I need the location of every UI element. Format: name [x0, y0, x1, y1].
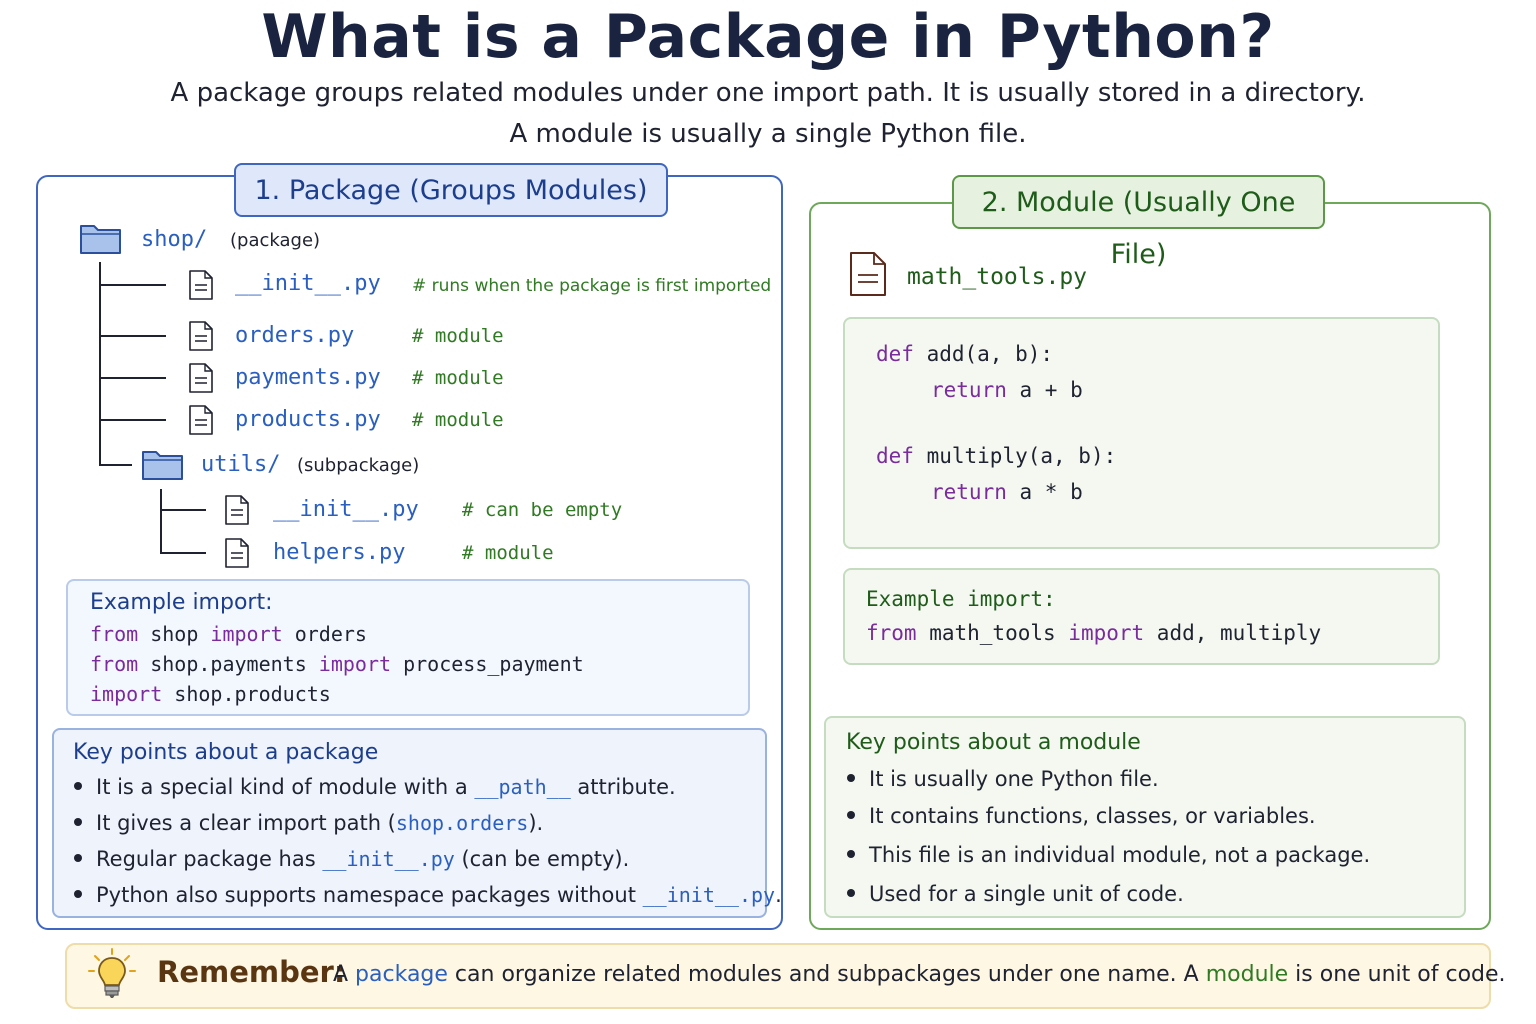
- page-title: What is a Package in Python?: [261, 2, 1275, 72]
- tree-branch: [99, 377, 166, 379]
- file-comment: # can be empty: [462, 499, 623, 521]
- package-key-points-heading: Key points about a package: [73, 740, 379, 765]
- tree-trunk: [99, 262, 101, 466]
- tree-branch: [99, 335, 166, 337]
- folder-icon: [80, 225, 121, 254]
- code-line: return a * b: [931, 480, 1083, 504]
- subpackage-name: utils/: [201, 452, 281, 477]
- file-icon: [225, 495, 249, 525]
- code-line: import shop.products: [90, 682, 331, 706]
- file-icon: [189, 363, 213, 393]
- code-line: from shop import orders: [90, 622, 367, 646]
- bullet-item: It contains functions, classes, or varia…: [847, 804, 1316, 828]
- bullet-item: Python also supports namespace packages …: [74, 883, 782, 907]
- file-comment: # module: [412, 325, 504, 347]
- file-comment: # module: [412, 409, 504, 431]
- file-name: __init__.py: [235, 271, 381, 296]
- subpackage-note: (subpackage): [297, 455, 420, 476]
- root-folder-name: shop/: [141, 227, 208, 252]
- module-panel-title: 2. Module (Usually One File): [952, 175, 1325, 270]
- file-comment: # module: [412, 367, 504, 389]
- file-comment: # runs when the package is first importe…: [412, 276, 772, 296]
- bullet-item: This file is an individual module, not a…: [847, 843, 1370, 867]
- file-name: products.py: [235, 407, 381, 432]
- code-line: def multiply(a, b):: [876, 444, 1117, 468]
- bullet-item: It is a special kind of module with a __…: [74, 775, 676, 799]
- subtitle-line-1: A package groups related modules under o…: [170, 78, 1366, 108]
- bullet-item: Regular package has __init__.py (can be …: [74, 847, 629, 871]
- tree-branch: [160, 509, 206, 511]
- lightbulb-icon: [88, 948, 136, 998]
- file-icon: [189, 321, 213, 351]
- subtree-trunk: [160, 489, 162, 554]
- bullet-item: Used for a single unit of code.: [847, 882, 1184, 906]
- subtitle-line-2: A module is usually a single Python file…: [509, 119, 1027, 149]
- bullet-item: It gives a clear import path (shop.order…: [74, 811, 543, 835]
- file-comment: # module: [462, 542, 554, 564]
- file-icon: [189, 270, 213, 300]
- file-name: __init__.py: [273, 497, 419, 522]
- tree-branch: [99, 419, 166, 421]
- code-line: from math_tools import add, multiply: [866, 621, 1322, 645]
- tree-branch: [99, 284, 166, 286]
- remember-text: A package can organize related modules a…: [333, 962, 1506, 987]
- file-name: helpers.py: [273, 540, 406, 565]
- file-name: orders.py: [235, 323, 355, 348]
- module-file-name: math_tools.py: [907, 264, 1088, 290]
- file-icon: [189, 405, 213, 435]
- folder-icon: [142, 451, 183, 480]
- file-icon: [225, 538, 249, 568]
- file-icon: [850, 252, 886, 296]
- remember-label: Remember:: [157, 955, 346, 989]
- package-panel-title: 1. Package (Groups Modules): [234, 163, 668, 217]
- code-line: def add(a, b):: [876, 342, 1054, 366]
- bullet-item: It is usually one Python file.: [847, 767, 1159, 791]
- file-name: payments.py: [235, 365, 381, 390]
- module-example-box: [843, 568, 1440, 665]
- code-line: return a + b: [931, 378, 1083, 402]
- code-line: from shop.payments import process_paymen…: [90, 652, 584, 676]
- module-example-heading: Example import:: [866, 587, 1056, 611]
- module-key-points-heading: Key points about a module: [846, 730, 1141, 755]
- root-folder-note: (package): [230, 230, 321, 251]
- tree-branch: [99, 464, 132, 466]
- package-example-heading: Example import:: [90, 590, 273, 615]
- tree-branch: [160, 552, 206, 554]
